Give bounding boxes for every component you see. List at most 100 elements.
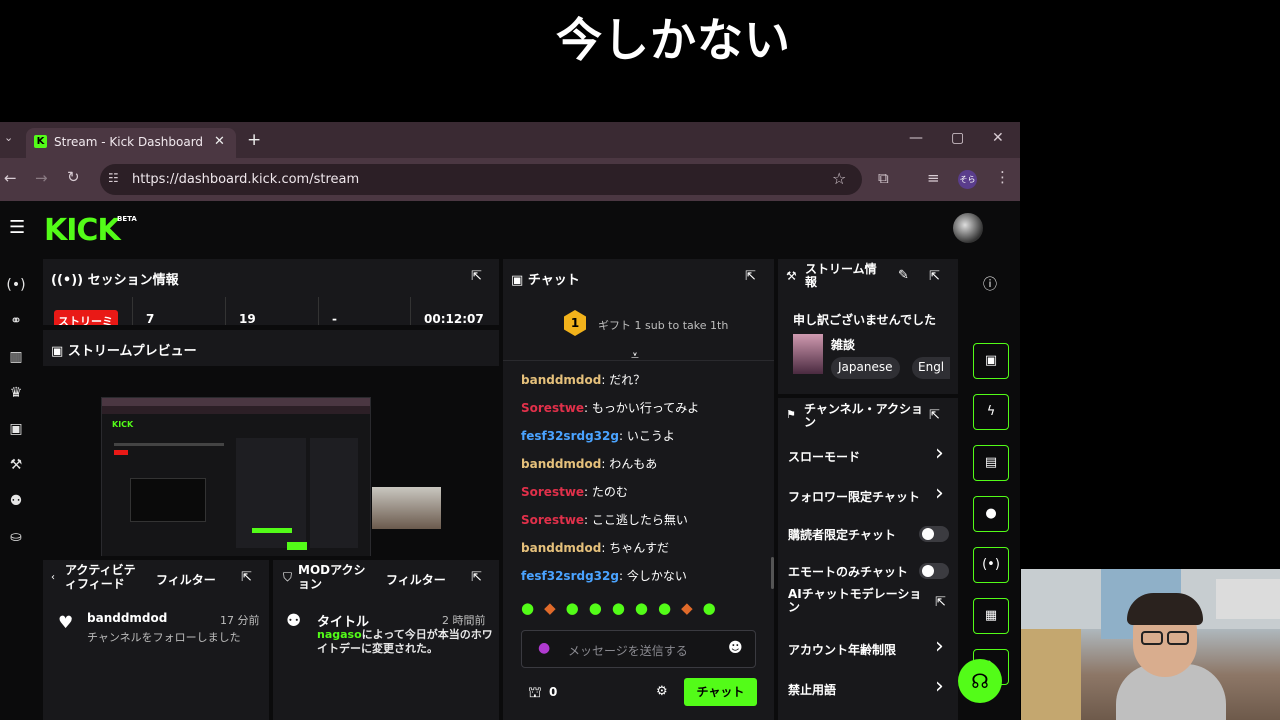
chevron-right-icon[interactable]: › (935, 443, 944, 465)
popout-icon[interactable]: ⇱ (929, 269, 940, 284)
browser-tab[interactable]: K Stream - Kick Dashboard ✕ (26, 128, 236, 158)
channel-action-row[interactable]: エモートのみチャット (778, 558, 958, 588)
chat-message-text: わんもあ (609, 457, 658, 471)
tag-chip[interactable]: Engl (912, 357, 951, 379)
popout-icon[interactable]: ⇱ (929, 408, 940, 423)
emote-icon[interactable]: ● (658, 599, 671, 617)
channel-action-row[interactable]: 禁止用語 › (778, 676, 958, 706)
chat-message[interactable]: banddmdod: ちゃんすだ (521, 539, 669, 556)
chat-message[interactable]: Sorestwe: ここ逃したら無い (521, 511, 688, 528)
activity-filter-button[interactable]: フィルター (156, 571, 216, 588)
mod-actor[interactable]: nagaso (317, 628, 362, 641)
analytics-icon[interactable]: ▥ (6, 349, 26, 369)
site-settings-icon[interactable]: ☷ (108, 171, 119, 185)
emote-icon[interactable]: ◆ (544, 599, 556, 617)
channel-action-row[interactable]: 購読者限定チャット (778, 521, 958, 551)
activity-user[interactable]: banddmdod (87, 611, 167, 625)
channel-action-row[interactable]: フォロワー限定チャット › (778, 483, 958, 513)
chat-message[interactable]: Sorestwe: もっかい行ってみよ (521, 399, 699, 416)
emote-icon[interactable]: ◆ (681, 599, 693, 617)
emote-icon[interactable]: ● (521, 599, 534, 617)
support-headset-icon[interactable]: ☊ (958, 659, 1002, 703)
emote-icon[interactable]: ● (566, 599, 579, 617)
stream-broadcast-icon[interactable]: (•) (6, 277, 26, 297)
emote-icon[interactable]: ● (703, 599, 716, 617)
video-icon[interactable]: ▣ (6, 421, 26, 441)
microphone-icon[interactable]: ● (538, 640, 550, 656)
popout-icon[interactable]: ⇱ (471, 570, 482, 585)
extensions-icon[interactable]: ⧉ (878, 169, 889, 187)
chat-send-button[interactable]: チャット (684, 678, 757, 706)
chat-username[interactable]: banddmdod (521, 457, 601, 471)
chevron-right-icon[interactable]: › (935, 676, 944, 698)
edit-pencil-icon[interactable]: ✎ (898, 268, 909, 283)
chat-message[interactable]: banddmdod: わんもあ (521, 455, 657, 472)
emote-icon[interactable]: ● (635, 599, 648, 617)
chat-username[interactable]: fesf32srdg32g (521, 429, 619, 443)
popout-icon[interactable]: ⇱ (241, 570, 252, 585)
chat-username[interactable]: banddmdod (521, 373, 601, 387)
community-icon[interactable]: ⚉ (6, 493, 26, 513)
channel-action-row[interactable]: スローモード › (778, 443, 958, 473)
wrench-icon[interactable]: ⚒ (6, 457, 26, 477)
chat-message[interactable]: Sorestwe: たのむ (521, 483, 628, 500)
popout-icon[interactable]: ⇱ (471, 269, 482, 284)
lightning-icon[interactable]: ϟ (973, 394, 1009, 430)
media-controls-icon[interactable]: ≡ (927, 169, 940, 187)
user-avatar[interactable] (953, 213, 983, 243)
creator-icon[interactable]: ⛀ (6, 529, 26, 549)
chevron-right-icon[interactable]: › (935, 636, 944, 658)
chat-username[interactable]: Sorestwe (521, 401, 584, 415)
store-icon[interactable]: ⛫ (528, 683, 542, 703)
minimize-icon[interactable]: — (909, 130, 923, 146)
chat-username[interactable]: banddmdod (521, 541, 601, 555)
profile-avatar[interactable]: そら (958, 170, 977, 189)
chat-message[interactable]: fesf32srdg32g: 今しかない (521, 567, 687, 584)
notes-icon[interactable]: ▤ (973, 445, 1009, 481)
trophy-icon[interactable]: ♛ (6, 385, 26, 405)
chat-scrollbar[interactable] (771, 557, 774, 589)
info-icon[interactable]: ⓘ (983, 274, 997, 294)
emote-icon[interactable]: ● (612, 599, 625, 617)
tag-chip[interactable]: Japanese (831, 357, 900, 379)
stream-preview-video[interactable]: KICK (101, 397, 371, 556)
channel-action-row[interactable]: AIチャットモデレーション ⇱ (778, 588, 958, 623)
browser-menu-icon[interactable]: ⋮ (995, 168, 1010, 186)
collapse-arrow-icon[interactable]: ‹ (51, 572, 55, 583)
bookmark-star-icon[interactable]: ☆ (832, 169, 846, 188)
broadcast-icon[interactable]: (•) (973, 547, 1009, 583)
chat-input[interactable]: ● メッセージを送信する ☻ (521, 630, 756, 668)
url-field[interactable]: ☷ https://dashboard.kick.com/stream ☆ (100, 164, 862, 195)
maximize-icon[interactable]: ▢ (951, 130, 964, 146)
tab-list-icon[interactable]: ⌄ (4, 131, 13, 144)
layout-icon[interactable]: ▦ (973, 598, 1009, 634)
forward-icon[interactable]: → (35, 169, 48, 187)
expand-pinned-icon[interactable]: ⩡ (631, 348, 639, 364)
chat-username[interactable]: Sorestwe (521, 485, 584, 499)
external-link-icon[interactable]: ⇱ (935, 595, 946, 610)
kick-logo[interactable]: KICK (44, 213, 121, 248)
tab-close-icon[interactable]: ✕ (214, 134, 225, 149)
new-tab-icon[interactable]: + (247, 130, 261, 150)
chat-message[interactable]: fesf32srdg32g: いこうよ (521, 427, 675, 444)
chat-username[interactable]: Sorestwe (521, 513, 584, 527)
chat-icon[interactable]: ● (973, 496, 1009, 532)
emote-icon[interactable]: ● (589, 599, 602, 617)
screen-capture-icon[interactable]: ▣ (973, 343, 1009, 379)
hamburger-menu-icon[interactable]: ☰ (9, 217, 25, 238)
popout-icon[interactable]: ⇱ (745, 269, 756, 284)
emoji-icon[interactable]: ☻ (728, 640, 743, 656)
channel-action-row[interactable]: アカウント年齢制限 › (778, 636, 958, 666)
back-icon[interactable]: ← (4, 169, 17, 187)
chevron-right-icon[interactable]: › (935, 483, 944, 505)
toggle-switch[interactable] (919, 563, 949, 579)
reload-icon[interactable]: ↻ (67, 168, 80, 186)
close-window-icon[interactable]: ✕ (992, 130, 1004, 146)
category-name[interactable]: 雑談 (831, 336, 855, 353)
chat-username[interactable]: fesf32srdg32g (521, 569, 619, 583)
toggle-switch[interactable] (919, 526, 949, 542)
mod-filter-button[interactable]: フィルター (386, 571, 446, 588)
settings-gear-icon[interactable]: ⚙ (656, 684, 668, 699)
link-icon[interactable]: ⚭ (6, 313, 26, 333)
chat-message[interactable]: banddmdod: だれ？ (521, 371, 645, 388)
